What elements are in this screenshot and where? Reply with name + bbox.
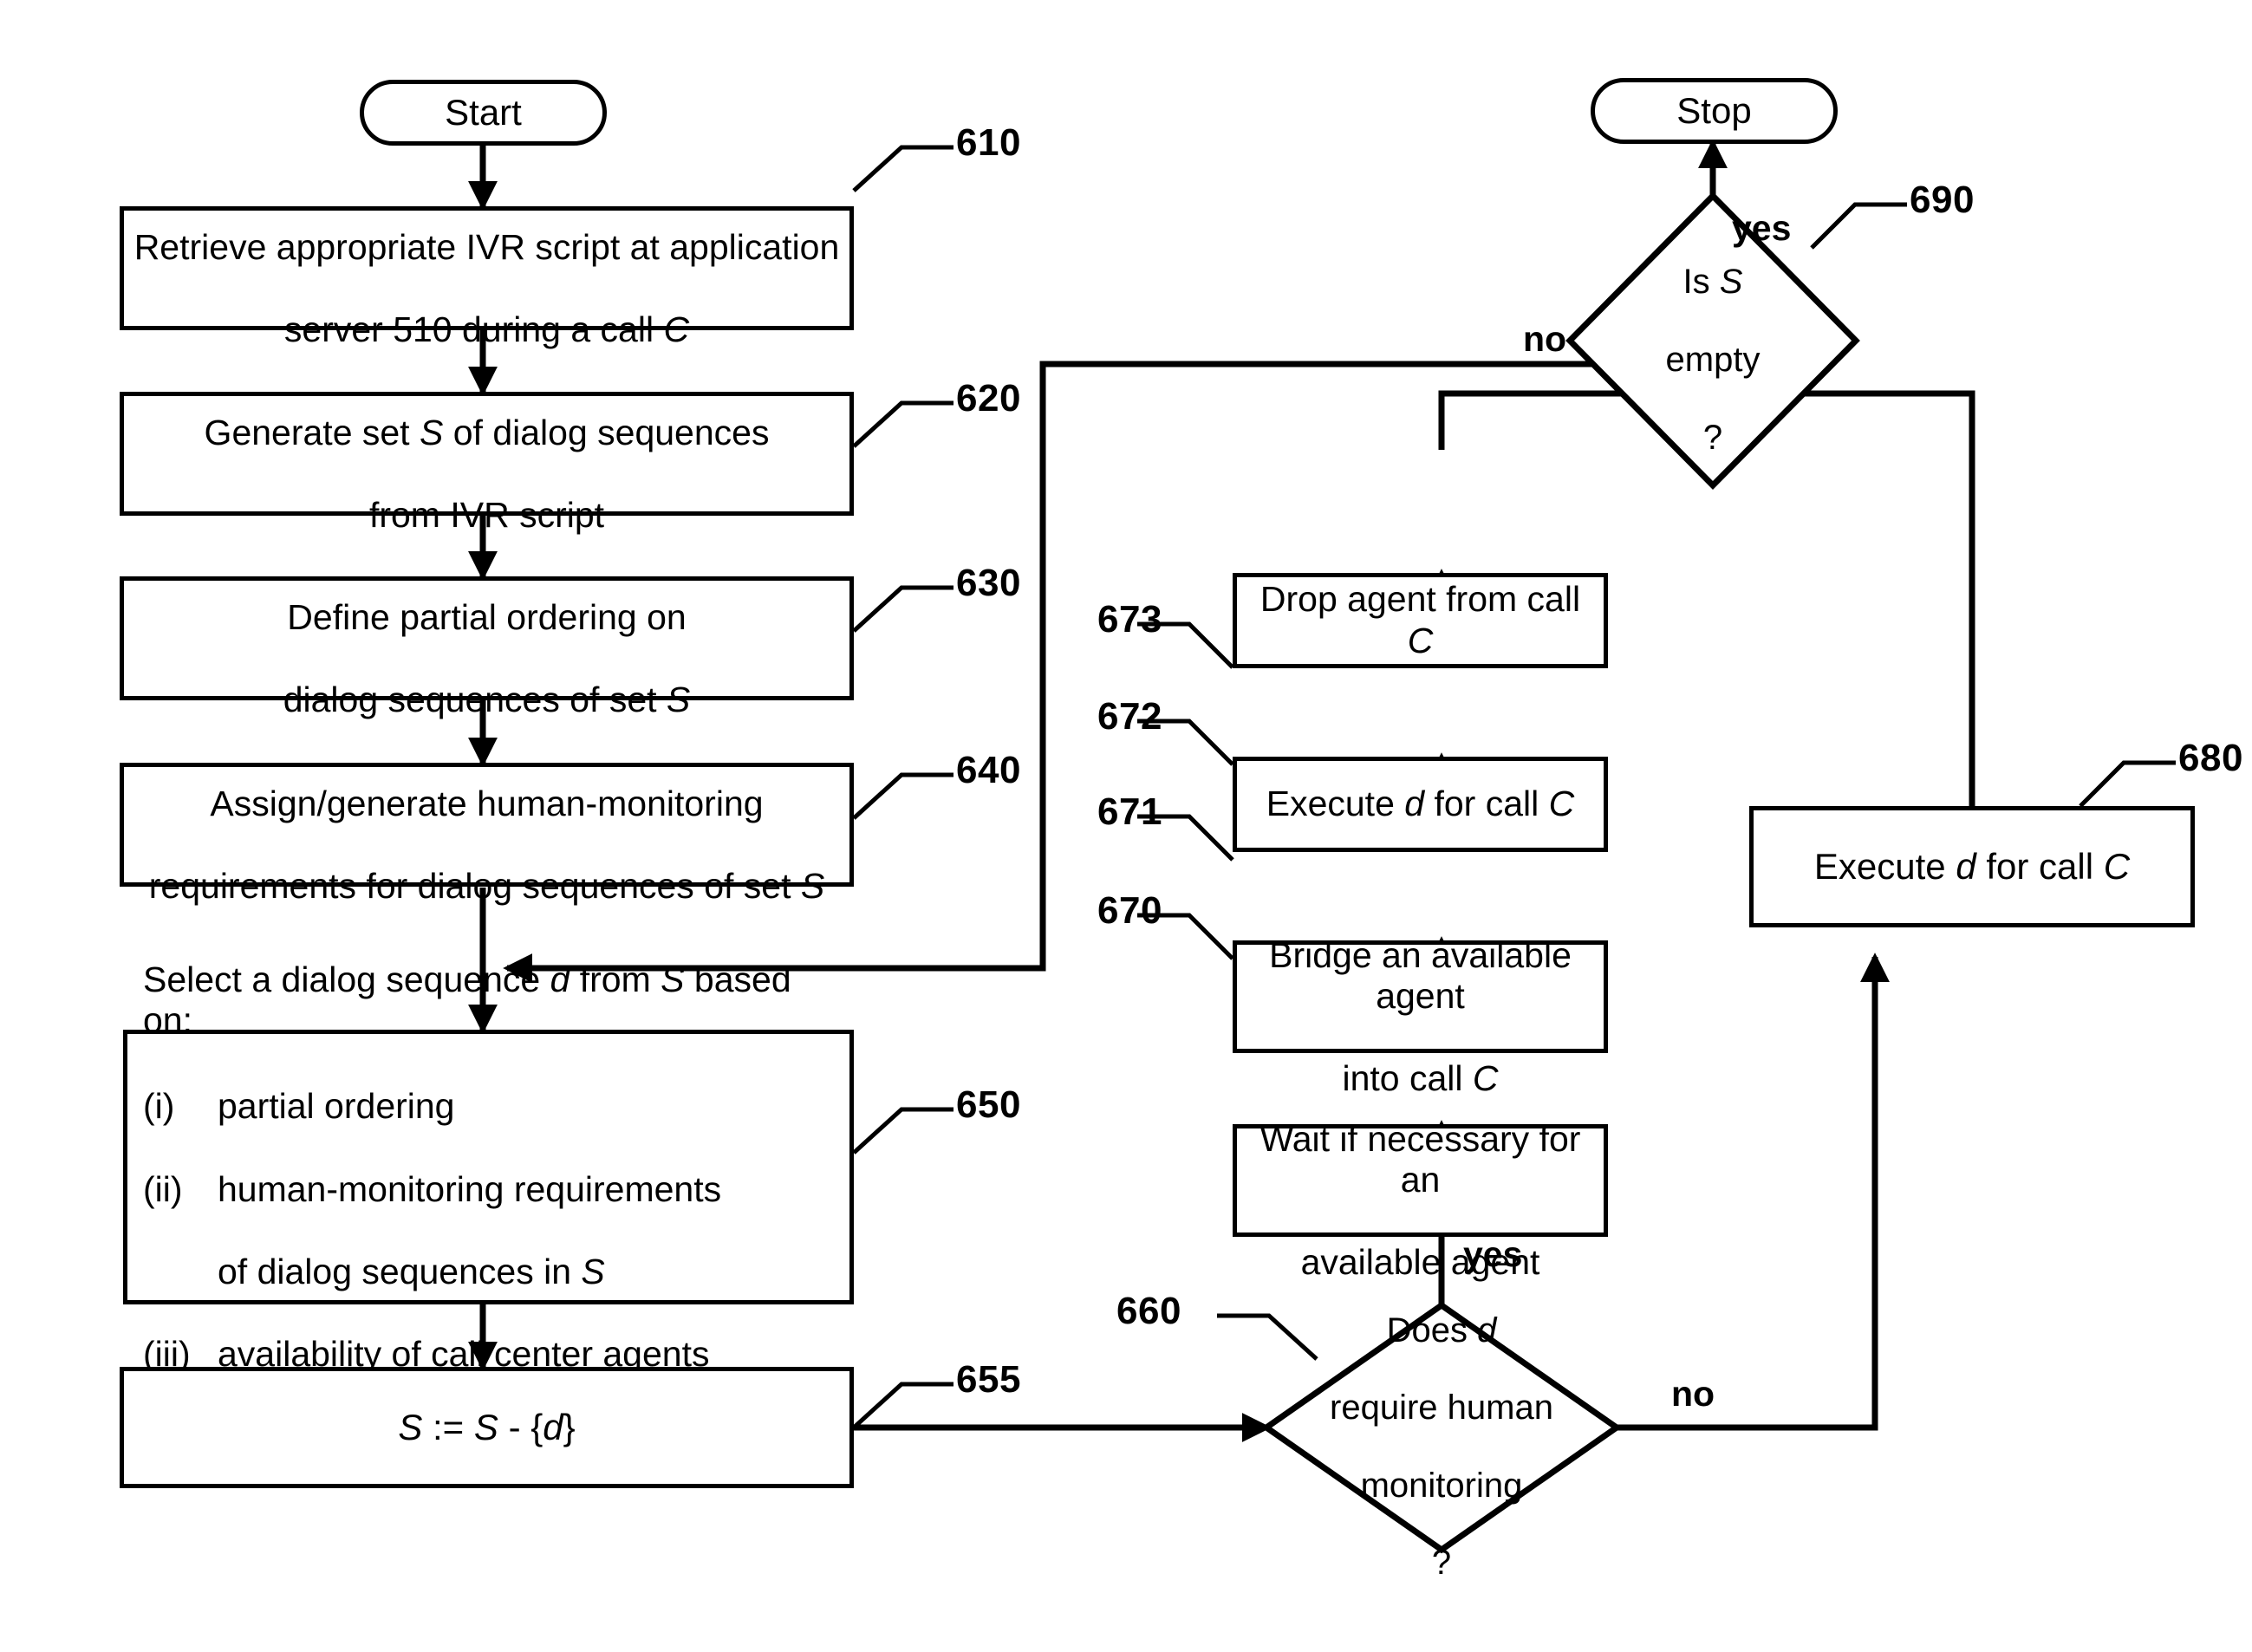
decision-690: Is S empty ? (1570, 196, 1856, 485)
step-655-label: S := S - {d} (398, 1406, 576, 1447)
decision-660: Does d require human monitoring ? (1266, 1305, 1617, 1583)
step-671-box: Bridge an available agent into call C (1233, 935, 1608, 1098)
step-672-label: Execute d for call C (1266, 784, 1575, 824)
ref-610: 610 (956, 121, 1021, 164)
decision-690-label: Is S empty ? (1665, 263, 1761, 457)
ref-670: 670 (1097, 889, 1162, 932)
edge-label-690-yes: yes (1732, 208, 1792, 248)
step-610-box: Retrieve appropriate IVR script at appli… (120, 206, 854, 349)
step-650-box: Select a dialog sequence d from S based … (123, 959, 854, 1374)
ref-630: 630 (956, 562, 1021, 604)
step-620-label: Generate set S of dialog sequences from … (204, 412, 770, 536)
step-650-item-2: (ii) human-monitoring requirements (143, 1168, 722, 1209)
step-630-label: Define partial ordering on dialog sequen… (283, 596, 691, 720)
step-680-label: Execute d for call C (1813, 845, 2131, 887)
step-640-label: Assign/generate human-monitoring require… (148, 783, 825, 907)
ref-680: 680 (2178, 737, 2243, 779)
step-673-label: Drop agent from call C (1259, 579, 1581, 660)
ref-655: 655 (956, 1358, 1021, 1401)
step-650-header: Select a dialog sequence d from S based … (143, 959, 791, 1041)
ref-690: 690 (1910, 179, 1975, 221)
step-640-box: Assign/generate human-monitoring require… (120, 763, 854, 906)
ref-671: 671 (1097, 790, 1162, 833)
stop-terminator: Stop (1591, 78, 1838, 144)
flowchart-canvas: Start Stop Retrieve appropriate IVR scri… (0, 0, 2252, 1652)
start-terminator: Start (360, 80, 607, 146)
step-670-label: Wait if necessary for an available agent (1259, 1118, 1581, 1283)
step-650-label: Select a dialog sequence d from S based … (127, 918, 849, 1416)
ref-620: 620 (956, 377, 1021, 420)
step-672-box: Execute d for call C (1233, 757, 1608, 852)
stop-label: Stop (1676, 89, 1752, 131)
step-670-box: Wait if necessary for an available agent (1233, 1119, 1608, 1282)
ref-673: 673 (1097, 598, 1162, 641)
step-650-item-2-cont: of dialog sequences in S (218, 1251, 605, 1291)
step-610-label: Retrieve appropriate IVR script at appli… (133, 226, 840, 350)
step-680-box: Execute d for call C (1749, 806, 2195, 927)
step-673-box: Drop agent from call C (1233, 573, 1608, 668)
step-671-label: Bridge an available agent into call C (1269, 934, 1572, 1099)
step-655-box: S := S - {d} (120, 1367, 854, 1488)
ref-640: 640 (956, 749, 1021, 791)
edge-label-660-no: no (1671, 1374, 1715, 1414)
start-label: Start (445, 91, 522, 133)
decision-660-label: Does d require human monitoring ? (1330, 1311, 1553, 1583)
step-650-item-1: (i) partial ordering (143, 1086, 455, 1127)
step-620-box: Generate set S of dialog sequences from … (120, 392, 854, 535)
edge-label-690-no: no (1523, 319, 1567, 359)
ref-660: 660 (1116, 1290, 1181, 1332)
edge-label-660-yes: yes (1463, 1234, 1523, 1274)
ref-672: 672 (1097, 695, 1162, 738)
ref-650: 650 (956, 1083, 1021, 1126)
step-630-box: Define partial ordering on dialog sequen… (120, 576, 854, 719)
